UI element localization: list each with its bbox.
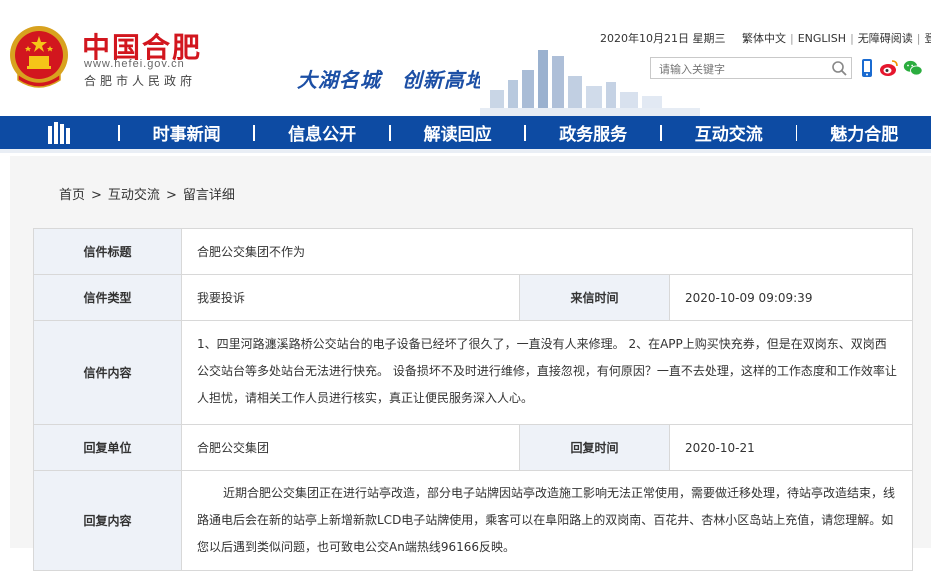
letter-content-label: 信件内容 [34,321,182,425]
breadcrumb: 首页 > 互动交流 > 留言详细 [56,184,238,203]
search-box [650,57,852,79]
main-nav: 时事新闻 信息公开 解读回应 政务服务 互动交流 魅力合肥 [0,116,931,149]
nav-item-news[interactable]: 时事新闻 [120,116,254,149]
reply-time-label: 回复时间 [520,425,670,471]
letter-time-value: 2020-10-09 09:09:39 [670,275,913,321]
letter-detail-table: 信件标题 合肥公交集团不作为 信件类型 我要投诉 来信时间 2020-10-09… [33,228,913,571]
national-emblem-icon[interactable] [8,24,70,90]
content-area: 首页 > 互动交流 > 留言详细 信件标题 合肥公交集团不作为 信件类型 我要投诉 来信… [10,156,931,548]
table-row: 信件内容 1、四里河路瀍溪路桥公交站台的电子设备已经坏了很久了，一直没有人来修理… [34,321,913,425]
nav-item-interpretation[interactable]: 解读回应 [391,116,525,149]
breadcrumb-home[interactable]: 首页 [59,188,85,203]
link-english[interactable]: ENGLISH [798,32,846,45]
letter-title-value: 合肥公交集团不作为 [182,229,913,275]
letter-type-value: 我要投诉 [182,275,520,321]
link-traditional-chinese[interactable]: 繁体中文 [742,32,786,45]
breadcrumb-separator: > [91,188,102,203]
breadcrumb-separator: > [166,188,177,203]
nav-item-info-disclosure[interactable]: 信息公开 [255,116,389,149]
letter-content-value: 1、四里河路瀍溪路桥公交站台的电子设备已经坏了很久了，一直没有人来修理。 2、在… [182,321,913,425]
current-date: 2020年10月21日 星期三 [600,30,726,46]
slogan: 大湖名城 创新高地 [297,64,486,93]
reply-content-value: 近期合肥公交集团正在进行站亭改造，部分电子站牌因站亭改造施工影响无法正常使用，需… [182,471,913,571]
link-accessibility[interactable]: 无障碍阅读 [858,32,913,45]
weibo-icon[interactable] [879,58,899,78]
search-input[interactable] [651,60,825,80]
nav-item-gov-services[interactable]: 政务服务 [526,116,660,149]
nav-item-charm-hefei[interactable]: 魅力合肥 [797,116,931,149]
search-icon[interactable] [831,60,848,77]
top-links: 繁体中文|ENGLISH|无障碍阅读|登录 [742,30,931,46]
mobile-icon[interactable] [857,58,877,78]
site-subtitle: 合肥市人民政府 [84,72,196,89]
site-header: 中国合肥 www.hefei.gov.cn 合肥市人民政府 大湖名城 创新高地 … [0,0,931,116]
table-row: 信件类型 我要投诉 来信时间 2020-10-09 09:09:39 [34,275,913,321]
link-login[interactable]: 登录 [925,32,931,45]
letter-title-label: 信件标题 [34,229,182,275]
nav-item-interaction[interactable]: 互动交流 [662,116,796,149]
reply-unit-value: 合肥公交集团 [182,425,520,471]
breadcrumb-interaction[interactable]: 互动交流 [108,188,160,203]
reply-content-label: 回复内容 [34,471,182,571]
reply-unit-label: 回复单位 [34,425,182,471]
letter-time-label: 来信时间 [520,275,670,321]
reply-time-value: 2020-10-21 [670,425,913,471]
home-icon [46,122,72,144]
nav-home[interactable] [0,116,118,149]
table-row: 回复单位 合肥公交集团 回复时间 2020-10-21 [34,425,913,471]
nav-bottom-strip [0,149,931,153]
wechat-icon[interactable] [903,58,923,78]
table-row: 回复内容 近期合肥公交集团正在进行站亭改造，部分电子站牌因站亭改造施工影响无法正… [34,471,913,571]
table-row: 信件标题 合肥公交集团不作为 [34,229,913,275]
letter-type-label: 信件类型 [34,275,182,321]
site-url: www.hefei.gov.cn [84,58,185,70]
breadcrumb-current: 留言详细 [183,188,235,203]
